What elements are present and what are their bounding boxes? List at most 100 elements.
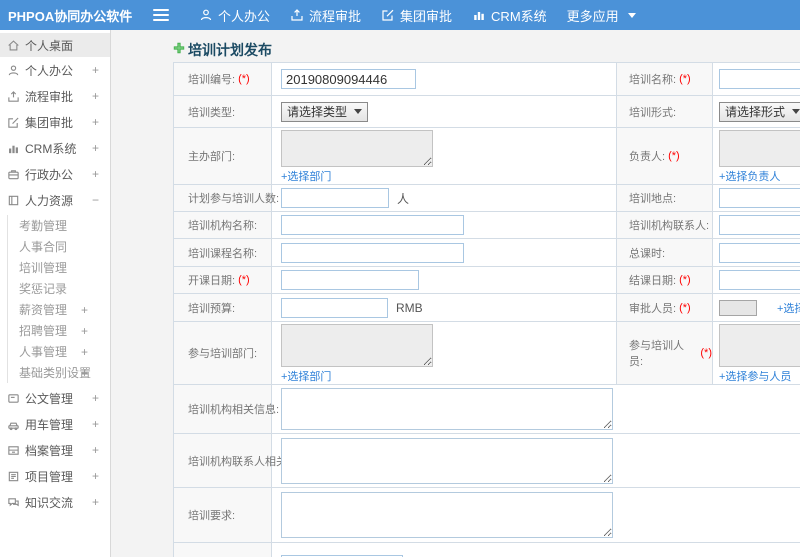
nav-crm[interactable]: CRM系统 [472, 6, 547, 25]
top-bar: PHPOA协同办公软件 个人办公 流程审批 集团审批 CRM系统 更多应用 [0, 0, 800, 30]
sidebar-item-crm[interactable]: CRM系统 + [0, 135, 110, 161]
document-icon [7, 392, 20, 405]
sidebar-item-knowledge[interactable]: 知识交流 + [0, 489, 110, 515]
sidebar-item-personal-desktop[interactable]: 个人桌面 [0, 33, 110, 57]
sidebar-item-flow-approval[interactable]: 流程审批 + [0, 83, 110, 109]
sidebar-item-attendance[interactable]: 考勤管理 [8, 215, 110, 236]
sidebar-item-vehicle[interactable]: 用车管理 + [0, 411, 110, 437]
book-icon [7, 194, 20, 207]
org-name-input[interactable] [281, 215, 464, 235]
join-dept-textarea[interactable] [281, 324, 433, 367]
field-label: 参与培训部门: [188, 348, 258, 360]
requirements-textarea[interactable] [281, 492, 613, 538]
form-row: 培训预算: RMB 审批人员:(*) +选择审批人员 [174, 294, 800, 322]
field-label: 培训形式: [629, 106, 677, 119]
location-input[interactable] [719, 188, 800, 208]
expand-icon[interactable]: + [92, 391, 99, 405]
sidebar: 个人桌面 个人办公 + 流程审批 + 集团审批 + CRM系统 + 行政办公 +… [0, 30, 111, 557]
page-title: 培训计划发布 [173, 40, 272, 60]
org-contact-info-textarea[interactable] [281, 437, 613, 484]
sidebar-item-salary[interactable]: 薪资管理 + [8, 299, 110, 320]
field-label: 参与培训人员: [629, 340, 684, 368]
nav-label: CRM系统 [491, 8, 547, 24]
form-row: 主办部门: +选择部门 负责人: (*) +选择负责人 [174, 128, 800, 185]
leader-textarea[interactable] [719, 130, 800, 167]
briefcase-icon [7, 168, 20, 181]
end-date-input[interactable] [719, 270, 800, 290]
select-dept-link[interactable]: +选择部门 [281, 168, 433, 184]
form-row: 培训编号:(*) 培训名称:(*) [174, 63, 800, 96]
form-row: 培训机构联系人相关信息: [174, 434, 800, 488]
collapse-icon[interactable]: − [92, 193, 99, 207]
org-contact-input[interactable] [719, 215, 800, 235]
nav-group-approval[interactable]: 集团审批 [381, 6, 452, 25]
sidebar-item-group-approval[interactable]: 集团审批 + [0, 109, 110, 135]
expand-icon[interactable]: + [92, 417, 99, 431]
expand-icon[interactable]: + [92, 469, 99, 483]
required-mark: (*) [238, 73, 250, 85]
field-label: 计划参与培训人数: [188, 193, 280, 205]
course-name-input[interactable] [281, 242, 464, 263]
approver-input[interactable] [719, 299, 757, 316]
form-row: 参与培训部门: +选择部门 参与培训人员: (*) +选择参与人员 [174, 322, 800, 385]
nav-personal-office[interactable]: 个人办公 [199, 6, 270, 25]
nav-more-apps[interactable]: 更多应用 [567, 6, 636, 25]
planned-count-input[interactable] [281, 188, 389, 208]
field-label: 培训机构相关信息: [188, 404, 280, 416]
join-staff-textarea[interactable] [719, 324, 800, 367]
expand-icon[interactable]: + [81, 303, 88, 317]
sidebar-item-hr-contract[interactable]: 人事合同 [8, 236, 110, 257]
sidebar-item-admin-office[interactable]: 行政办公 + [0, 161, 110, 187]
expand-icon[interactable]: + [92, 495, 99, 509]
select-approver-link[interactable]: +选择审批人员 [777, 300, 800, 316]
select-dept-link[interactable]: +选择部门 [281, 368, 433, 384]
form-row: 开课日期: (*) 结课日期: (*) [174, 267, 800, 294]
chat-icon [7, 496, 20, 509]
select-join-staff-link[interactable]: +选择参与人员 [719, 368, 800, 384]
user-icon [7, 64, 20, 77]
expand-icon[interactable]: + [92, 63, 99, 77]
training-name-input[interactable] [719, 69, 800, 89]
hamburger-menu-icon[interactable] [153, 9, 169, 21]
training-type-select[interactable]: 请选择类型 [281, 101, 369, 122]
expand-icon[interactable]: + [92, 89, 99, 103]
sidebar-item-personnel[interactable]: 人事管理 + [8, 341, 110, 362]
sidebar-item-training[interactable]: 培训管理 [8, 257, 110, 278]
sidebar-item-rewards[interactable]: 奖惩记录 [8, 278, 110, 299]
sidebar-item-archives[interactable]: 档案管理 + [0, 437, 110, 463]
app-logo: PHPOA协同办公软件 [8, 8, 133, 24]
field-label: 培训机构名称: [188, 220, 258, 232]
sidebar-item-documents[interactable]: 公文管理 + [0, 385, 110, 411]
expand-icon[interactable]: + [92, 443, 99, 457]
expand-icon[interactable]: + [92, 167, 99, 181]
training-mode-select[interactable]: 请选择形式 [719, 101, 800, 122]
training-number-input[interactable] [281, 69, 416, 89]
clipboard-icon [7, 470, 20, 483]
expand-icon[interactable]: + [81, 345, 88, 359]
field-label: 培训名称: [629, 74, 677, 86]
org-info-textarea[interactable] [281, 388, 613, 430]
host-dept-textarea[interactable] [281, 130, 433, 167]
sidebar-item-hr[interactable]: 人力资源 − [0, 187, 110, 213]
required-mark: (*) [679, 301, 691, 314]
sidebar-item-projects[interactable]: 项目管理 + [0, 463, 110, 489]
select-leader-link[interactable]: +选择负责人 [719, 168, 800, 184]
required-mark: (*) [238, 274, 250, 286]
expand-icon[interactable]: + [81, 366, 88, 380]
field-label: 培训预算: [188, 302, 236, 315]
budget-input[interactable] [281, 297, 388, 318]
expand-icon[interactable]: + [81, 324, 88, 338]
total-hours-input[interactable] [719, 242, 800, 263]
required-mark: (*) [679, 274, 691, 286]
field-label: 审批人员: [629, 302, 677, 315]
sidebar-item-personal-office[interactable]: 个人办公 + [0, 57, 110, 83]
sidebar-item-base-category[interactable]: 基础类别设置 + [8, 362, 110, 383]
start-date-input[interactable] [281, 270, 419, 290]
nav-flow-approval[interactable]: 流程审批 [290, 6, 361, 25]
field-label: 培训地点: [629, 193, 677, 205]
field-label: 开课日期: [188, 275, 236, 287]
sidebar-item-recruit[interactable]: 招聘管理 + [8, 320, 110, 341]
expand-icon[interactable]: + [92, 115, 99, 129]
expand-icon[interactable]: + [92, 141, 99, 155]
form-row: 培训类型: 请选择类型 培训形式: 请选择形式 [174, 96, 800, 128]
